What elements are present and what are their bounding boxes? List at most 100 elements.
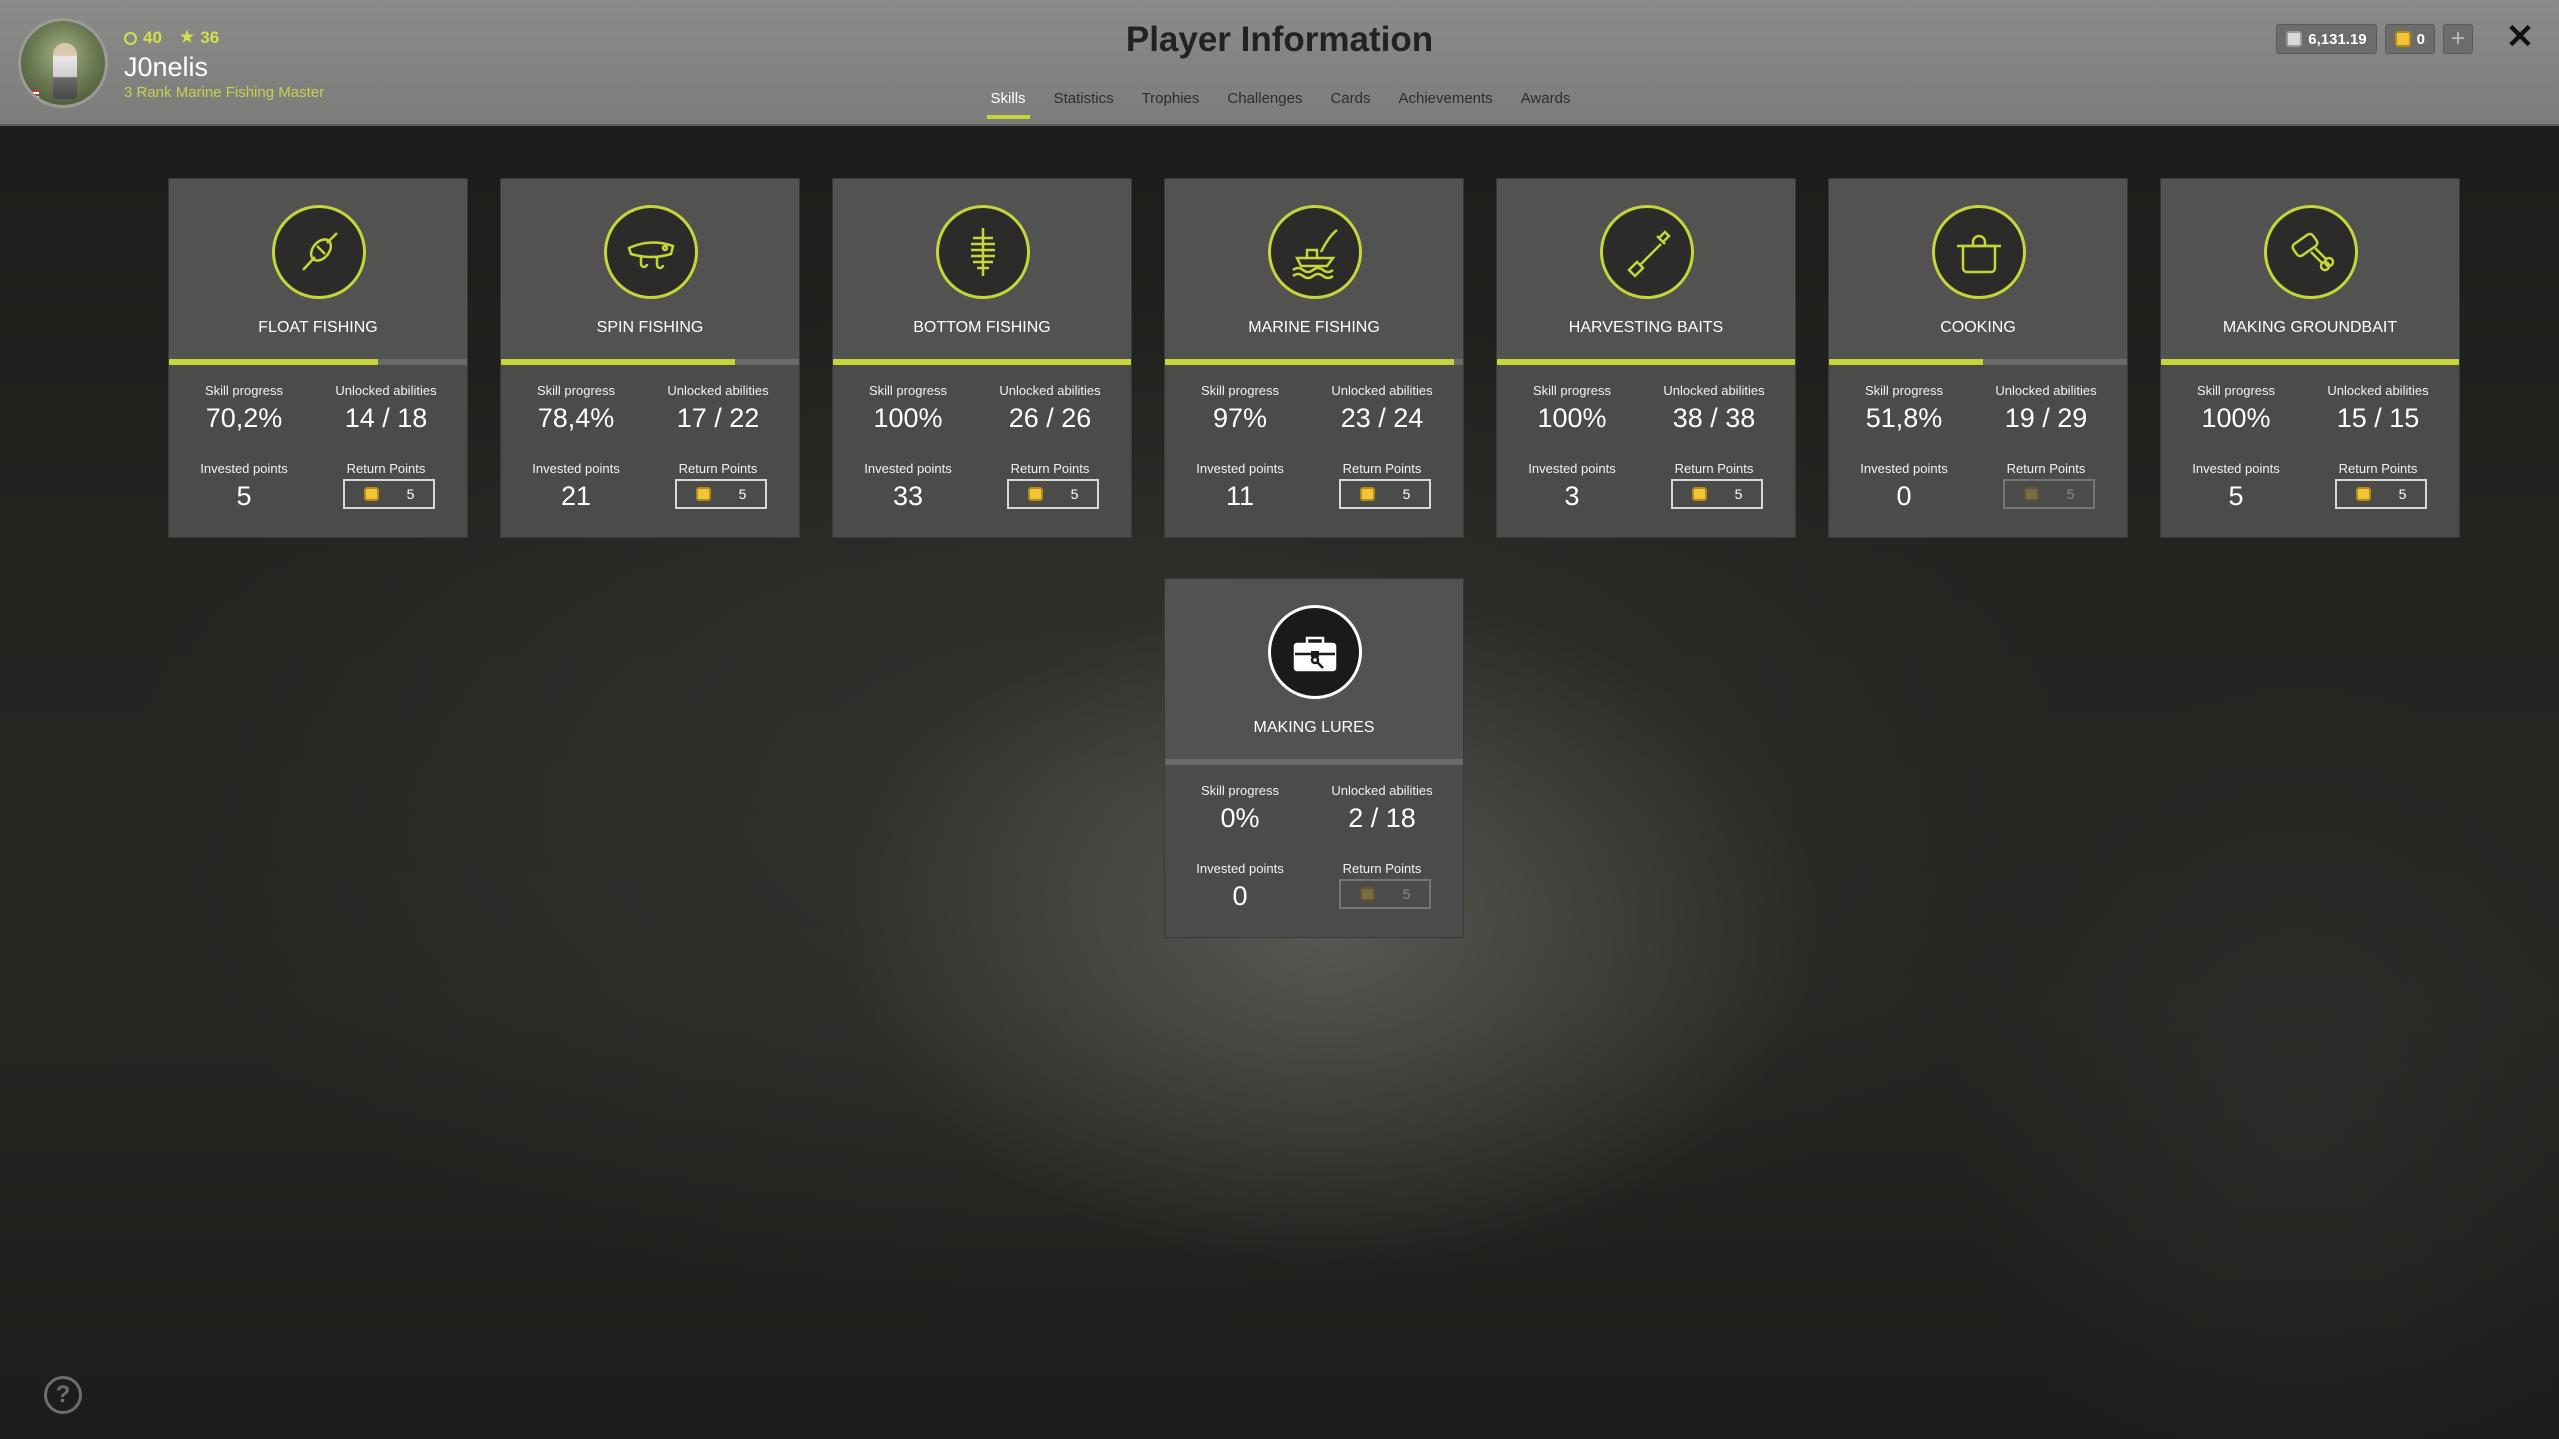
unlocked-abilities-value: 23 / 24 [1340, 403, 1424, 433]
skill-progress-label: Skill progress [1532, 383, 1612, 398]
skill-progress-label: Skill progress [2196, 383, 2276, 398]
skill-name: SPIN FISHING [596, 319, 704, 336]
return-points-value: 5 [2398, 486, 2407, 502]
skill-card[interactable]: HARVESTING BAITS Skill progress Unlocked… [1496, 178, 1796, 538]
return-points-button[interactable]: 5 [1007, 479, 1099, 509]
skill-card[interactable]: MAKING LURES Skill progress Unlocked abi… [1164, 578, 1464, 938]
unlocked-abilities-label: Unlocked abilities [1663, 383, 1765, 398]
tab-cards[interactable]: Cards [1316, 86, 1384, 119]
return-points-button[interactable]: 5 [1671, 479, 1763, 509]
boat-icon [1268, 205, 1362, 299]
unlocked-abilities-label: Unlocked abilities [1331, 383, 1433, 398]
return-points-button[interactable]: 5 [675, 479, 767, 509]
skill-card[interactable]: COOKING Skill progress Unlocked abilitie… [1828, 178, 2128, 538]
invested-points-label: Invested points [200, 461, 288, 476]
return-points-button[interactable]: 5 [343, 479, 435, 509]
gold-coin-icon [1691, 487, 1707, 501]
return-points-label: Return Points [1342, 861, 1422, 876]
tab-trophies[interactable]: Trophies [1128, 86, 1214, 119]
add-currency-button[interactable]: + [2443, 24, 2473, 54]
skill-progress-label: Skill progress [1200, 383, 1280, 398]
return-points-value: 5 [1402, 486, 1411, 502]
skill-name: COOKING [1940, 319, 2016, 336]
unlocked-abilities-label: Unlocked abilities [1331, 783, 1433, 798]
close-button[interactable]: ✕ [2503, 20, 2537, 54]
header-bar: 40 ★ 36 J0nelis 3 Rank Marine Fishing Ma… [0, 0, 2559, 126]
return-points-label: Return Points [2338, 461, 2418, 476]
unlocked-abilities-value: 26 / 26 [1008, 403, 1092, 433]
gold-coin-icon [2355, 487, 2371, 501]
help-button[interactable]: ? [44, 1376, 82, 1414]
unlocked-abilities-value: 17 / 22 [676, 403, 760, 433]
lure-icon [604, 205, 698, 299]
skill-card[interactable]: BOTTOM FISHING Skill progress Unlocked a… [832, 178, 1132, 538]
invested-points-value: 5 [2228, 481, 2244, 511]
unlocked-abilities-label: Unlocked abilities [335, 383, 437, 398]
unlocked-abilities-value: 14 / 18 [344, 403, 428, 433]
invested-points-value: 5 [236, 481, 252, 511]
unlocked-abilities-label: Unlocked abilities [1995, 383, 2097, 398]
return-points-value: 5 [738, 486, 747, 502]
card-stats: Skill progress Unlocked abilities 100% 1… [2161, 365, 2459, 537]
skill-progress-label: Skill progress [536, 383, 616, 398]
skill-progress-label: Skill progress [1200, 783, 1280, 798]
invested-points-value: 0 [1232, 881, 1248, 911]
tab-awards[interactable]: Awards [1507, 86, 1585, 119]
return-points-value: 5 [1734, 486, 1743, 502]
return-points-label: Return Points [1342, 461, 1422, 476]
skill-card[interactable]: SPIN FISHING Skill progress Unlocked abi… [500, 178, 800, 538]
return-points-label: Return Points [1674, 461, 1754, 476]
skill-progress-label: Skill progress [868, 383, 948, 398]
skill-name: MAKING LURES [1253, 719, 1375, 736]
invested-points-label: Invested points [532, 461, 620, 476]
skill-name: MARINE FISHING [1248, 319, 1380, 336]
unlocked-abilities-label: Unlocked abilities [999, 383, 1101, 398]
return-points-button[interactable]: 5 [2335, 479, 2427, 509]
silver-value: 6,131.19 [2308, 30, 2367, 48]
card-stats: Skill progress Unlocked abilities 97% 23… [1165, 365, 1463, 537]
invested-points-value: 0 [1896, 481, 1912, 511]
skill-progress-label: Skill progress [204, 383, 284, 398]
card-stats: Skill progress Unlocked abilities 100% 2… [833, 365, 1131, 537]
skill-name: FLOAT FISHING [258, 319, 378, 336]
invested-points-value: 21 [560, 481, 592, 511]
return-points-value: 5 [406, 486, 415, 502]
invested-points-label: Invested points [2192, 461, 2280, 476]
unlocked-abilities-value: 15 / 15 [2336, 403, 2420, 433]
unlocked-abilities-label: Unlocked abilities [2327, 383, 2429, 398]
gold-coin-icon [1359, 487, 1375, 501]
skill-card[interactable]: MAKING GROUNDBAIT Skill progress Unlocke… [2160, 178, 2460, 538]
tab-challenges[interactable]: Challenges [1213, 86, 1316, 119]
currency-panel: 6,131.19 0 + [2276, 24, 2473, 54]
skill-name: HARVESTING BAITS [1568, 319, 1724, 336]
unlocked-abilities-value: 2 / 18 [1348, 803, 1416, 833]
skill-card[interactable]: MARINE FISHING Skill progress Unlocked a… [1164, 178, 1464, 538]
tab-skills[interactable]: Skills [977, 86, 1040, 119]
skill-progress-value: 0% [1220, 803, 1260, 833]
skill-card[interactable]: FLOAT FISHING Skill progress Unlocked ab… [168, 178, 468, 538]
card-stats: Skill progress Unlocked abilities 70,2% … [169, 365, 467, 537]
unlocked-abilities-label: Unlocked abilities [667, 383, 769, 398]
skill-progress-value: 70,2% [205, 403, 283, 433]
invested-points-value: 11 [1225, 481, 1255, 511]
tab-achievements[interactable]: Achievements [1384, 86, 1506, 119]
return-points-label: Return Points [2006, 461, 2086, 476]
return-points-button: 5 [2003, 479, 2095, 509]
skill-name: MAKING GROUNDBAIT [2222, 319, 2398, 336]
gold-coin-icon [2394, 31, 2411, 47]
invested-points-label: Invested points [864, 461, 952, 476]
invested-points-label: Invested points [1860, 461, 1948, 476]
toolbox-icon [1268, 605, 1362, 699]
feeder-icon [936, 205, 1030, 299]
gold-coin-icon [1359, 887, 1375, 901]
return-points-label: Return Points [678, 461, 758, 476]
invested-points-value: 33 [892, 481, 924, 511]
return-points-value: 5 [1402, 886, 1411, 902]
skill-progress-label: Skill progress [1864, 383, 1944, 398]
tab-bar: Skills Statistics Trophies Challenges Ca… [0, 86, 2559, 119]
tab-statistics[interactable]: Statistics [1040, 86, 1128, 119]
unlocked-abilities-value: 19 / 29 [2004, 403, 2088, 433]
return-points-button[interactable]: 5 [1339, 479, 1431, 509]
gold-balance: 0 [2384, 24, 2435, 54]
skill-progress-value: 100% [2201, 403, 2271, 433]
